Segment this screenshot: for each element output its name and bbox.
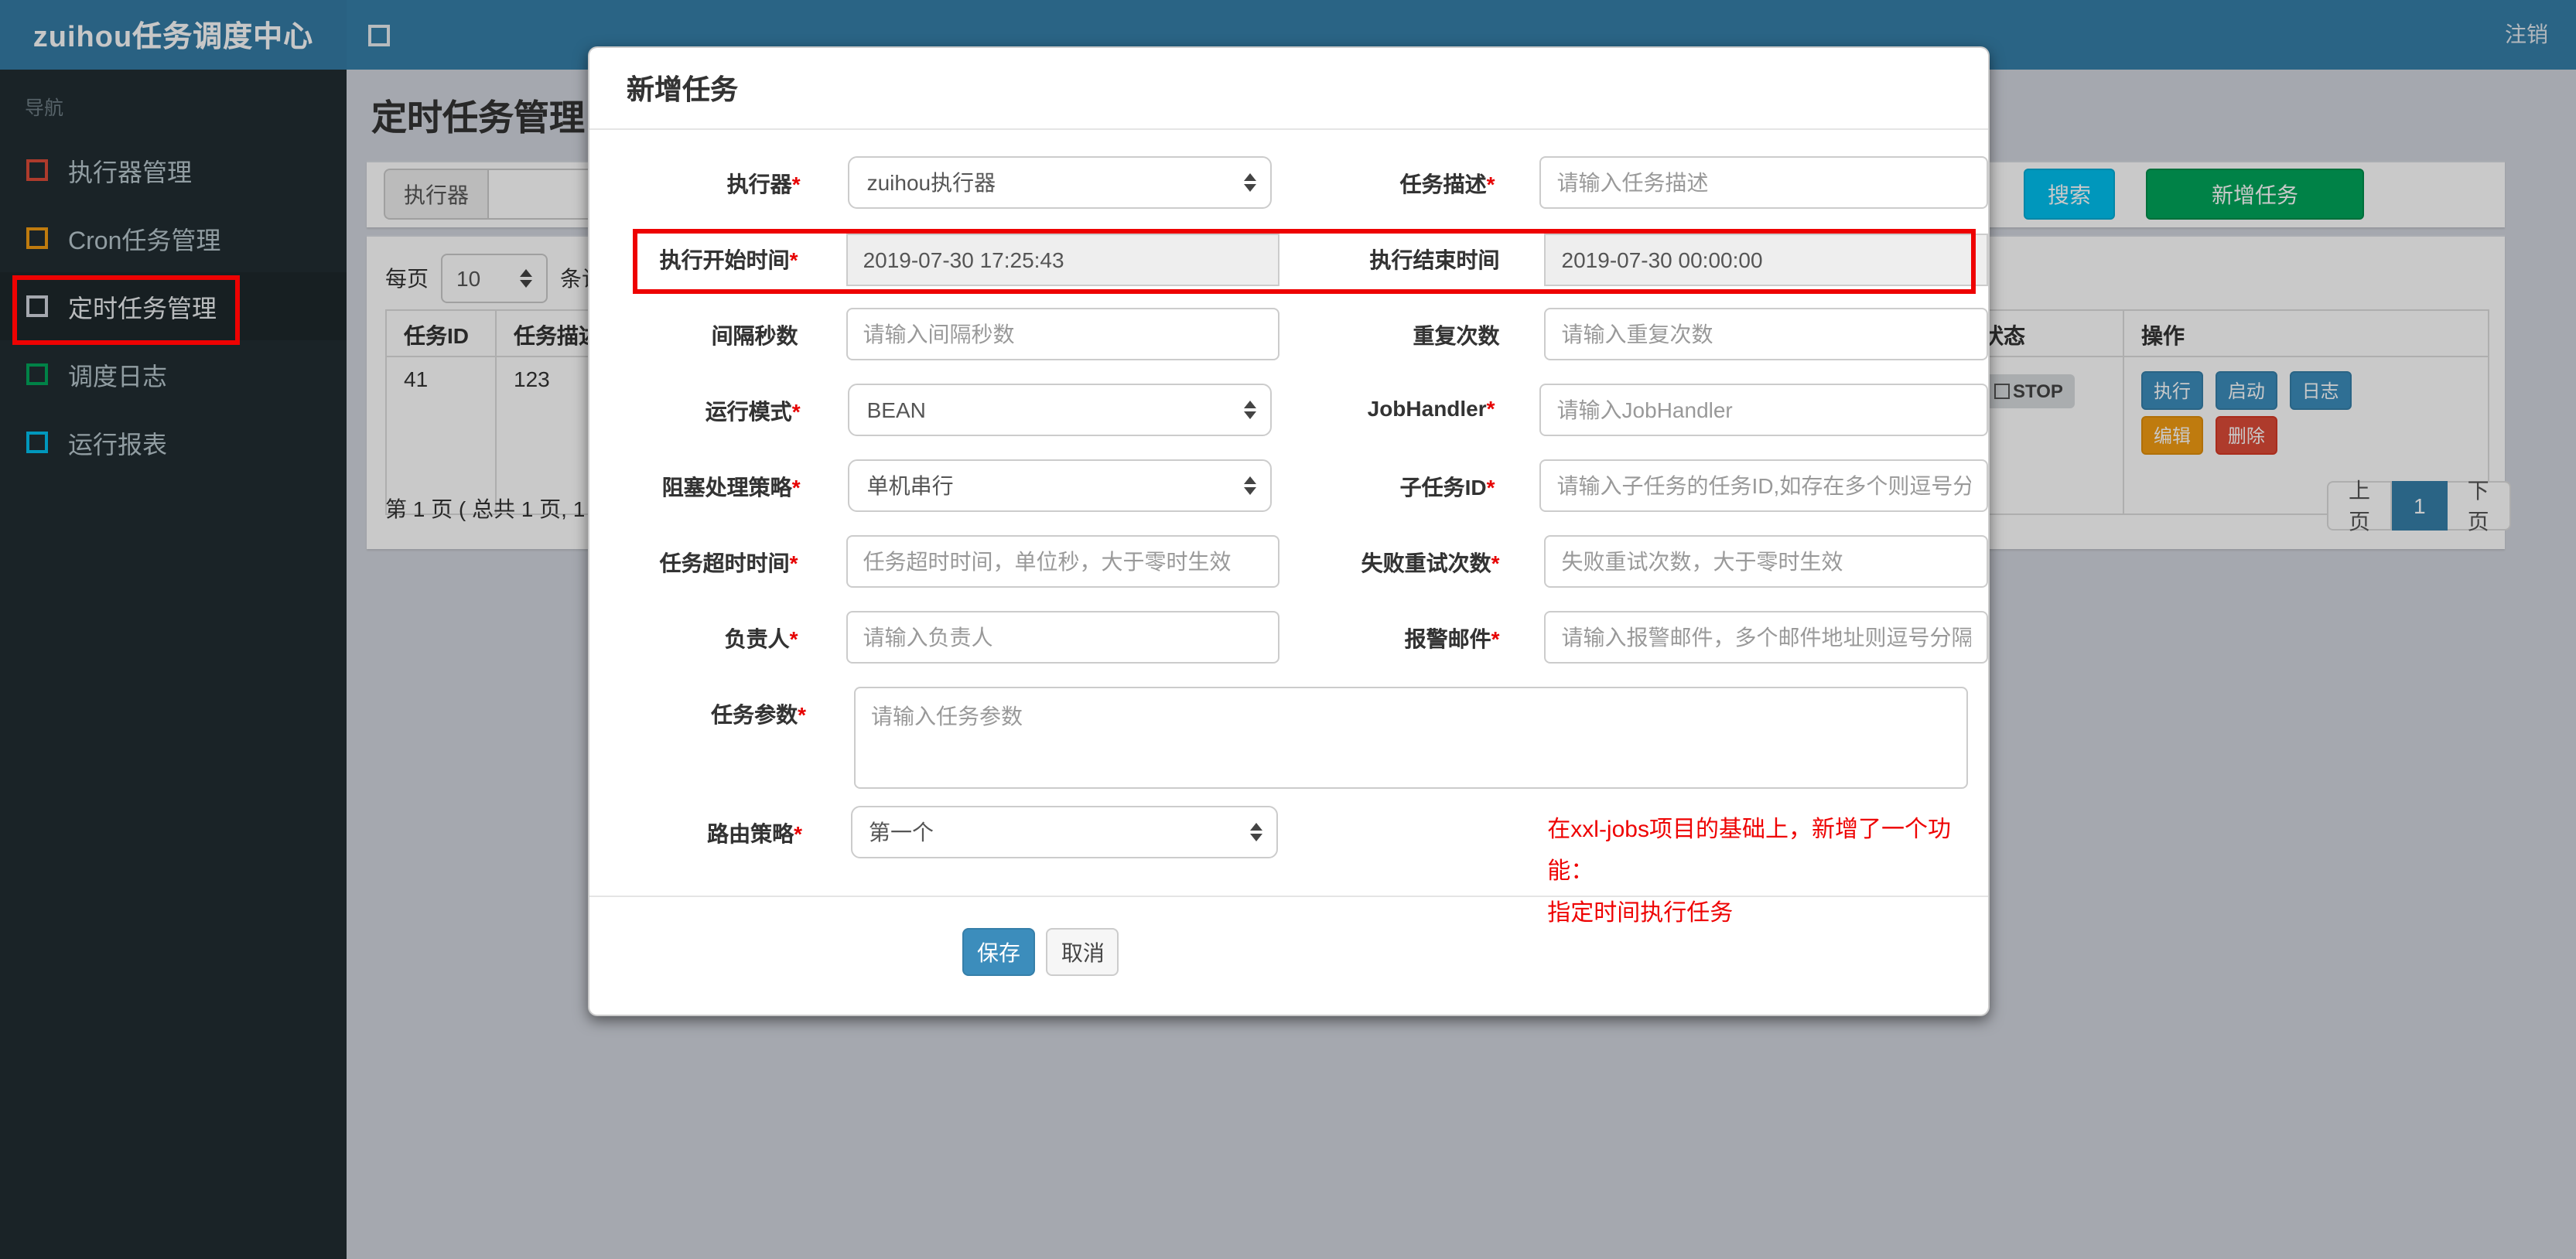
start-time-label: 执行开始时间* [659,247,798,272]
end-time-input[interactable] [1544,234,1988,286]
route-strategy-select-value: 第一个 [869,820,934,844]
repeat-input[interactable] [1544,308,1988,360]
run-mode-select[interactable]: BEAN [848,384,1273,436]
job-params-label: 任务参数* [711,702,806,727]
route-strategy-label: 路由策略* [707,821,803,846]
executor-select-value: zuihou执行器 [866,170,996,195]
child-job-label: 子任务ID* [1399,475,1495,500]
child-job-input[interactable] [1539,459,1988,512]
select-arrows-icon [1244,401,1257,419]
retry-input[interactable] [1544,535,1988,588]
add-job-modal: 新增任务 执行器* zuihou执行器 任务描述* 执行开始时间* 执行结束时间… [588,46,1990,1016]
note-spacer [1278,806,1503,858]
block-strategy-select-value: 单机串行 [866,473,954,498]
start-time-input[interactable] [846,234,1279,286]
job-desc-label: 任务描述* [1399,172,1495,196]
run-mode-label: 运行模式* [705,399,801,424]
run-mode-select-value: BEAN [866,397,926,422]
job-params-textarea[interactable] [854,687,1968,789]
job-handler-input[interactable] [1539,384,1988,436]
block-strategy-select[interactable]: 单机串行 [848,459,1273,512]
timeout-label: 任务超时时间* [659,551,798,575]
feature-note-line2: 指定时间执行任务 [1547,900,1734,926]
job-handler-label: JobHandler* [1367,396,1495,421]
repeat-label: 重复次数 [1413,323,1500,348]
select-arrows-icon [1249,823,1262,841]
executor-select[interactable]: zuihou执行器 [848,156,1273,209]
modal-header: 新增任务 [589,48,1988,130]
retry-label: 失败重试次数* [1361,551,1500,575]
executor-label: 执行器* [726,172,801,196]
job-desc-input[interactable] [1539,156,1988,209]
owner-label: 负责人* [724,626,798,651]
modal-title: 新增任务 [627,74,738,105]
interval-input[interactable] [846,308,1279,360]
add-job-form: 执行器* zuihou执行器 任务描述* 执行开始时间* 执行结束时间 间隔秒数… [589,130,1988,976]
save-button[interactable]: 保存 [962,928,1035,976]
interval-label: 间隔秒数 [711,323,798,348]
alarm-email-label: 报警邮件* [1404,626,1500,651]
feature-note: 在xxl-jobs项目的基础上，新增了一个功能： 指定时间执行任务 [1547,806,1988,926]
cancel-button[interactable]: 取消 [1046,928,1119,976]
owner-input[interactable] [846,611,1279,664]
app-viewport: zuihou任务调度中心 注销 导航 执行器管理 Cron任务管理 定时任务管理… [0,0,2576,1259]
feature-note-line1: 在xxl-jobs项目的基础上，新增了一个功能： [1547,817,1951,885]
route-strategy-select[interactable]: 第一个 [850,806,1278,858]
select-arrows-icon [1244,173,1257,192]
end-time-label: 执行结束时间 [1369,247,1500,272]
select-arrows-icon [1244,476,1257,495]
block-strategy-label: 阻塞处理策略* [661,475,801,500]
timeout-input[interactable] [846,535,1279,588]
alarm-email-input[interactable] [1544,611,1988,664]
